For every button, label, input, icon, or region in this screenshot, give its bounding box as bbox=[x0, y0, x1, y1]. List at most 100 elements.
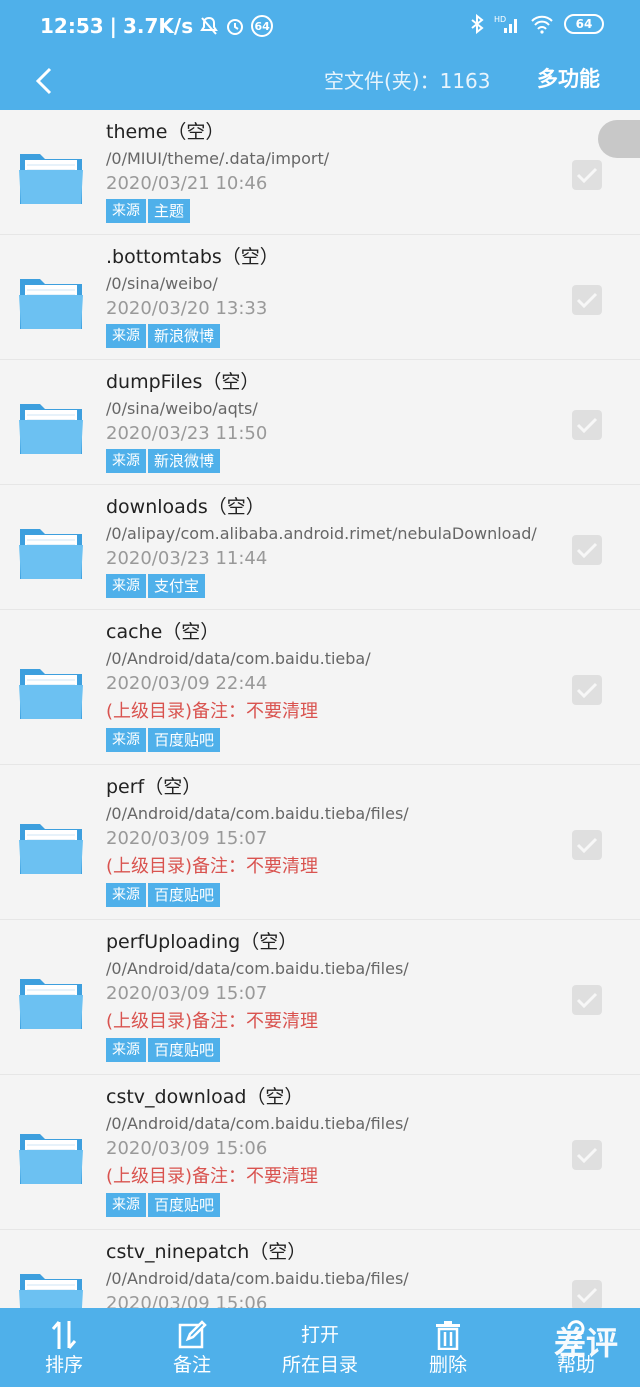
status-time: 12:53 bbox=[40, 14, 104, 38]
edit-note-icon bbox=[177, 1318, 207, 1352]
list-item[interactable]: cstv_ninepatch（空） /0/Android/data/com.bai… bbox=[0, 1230, 640, 1308]
select-checkbox[interactable] bbox=[572, 409, 602, 440]
fast-scroll-handle[interactable] bbox=[598, 120, 640, 158]
bottom-toolbar: 排序 备注 打开 所在目录 删除 帮助 bbox=[0, 1308, 640, 1387]
check-icon bbox=[576, 292, 598, 308]
folder-date: 2020/03/23 11:50 bbox=[106, 423, 268, 444]
list-item[interactable]: dumpFiles（空） /0/sina/weibo/aqts/2020/03/2… bbox=[0, 360, 640, 485]
folder-path: /0/Android/data/com.baidu.tieba/ bbox=[106, 649, 371, 668]
delete-label: 删除 bbox=[428, 1353, 467, 1376]
select-checkbox[interactable] bbox=[572, 284, 602, 315]
check-icon bbox=[576, 1287, 598, 1303]
open-label-top: 打开 bbox=[300, 1323, 339, 1346]
folder-name: perf（空） bbox=[106, 776, 202, 798]
folder-name: dumpFiles（空） bbox=[106, 371, 260, 393]
folder-date: 2020/03/09 15:06 bbox=[106, 1293, 268, 1308]
folder-date: 2020/03/21 10:46 bbox=[106, 173, 268, 194]
folder-name: downloads（空） bbox=[106, 496, 265, 518]
folder-note: (上级目录)备注：不要清理 bbox=[106, 1166, 319, 1187]
signal-icon: HD bbox=[494, 14, 520, 34]
source-tags: 来源 百度贴吧 bbox=[106, 1193, 570, 1217]
item-text: dumpFiles（空） /0/sina/weibo/aqts/2020/03/2… bbox=[106, 368, 570, 473]
folder-icon bbox=[18, 818, 84, 876]
trash-icon bbox=[434, 1318, 462, 1352]
folder-date: 2020/03/09 22:44 bbox=[106, 673, 268, 694]
sort-icon bbox=[51, 1318, 77, 1352]
wifi-icon bbox=[530, 14, 554, 34]
source-tags: 来源 百度贴吧 bbox=[106, 883, 570, 907]
folder-icon bbox=[18, 273, 84, 331]
item-text: cstv_ninepatch（空） /0/Android/data/com.bai… bbox=[106, 1238, 570, 1308]
source-app-tag: 百度贴吧 bbox=[148, 728, 221, 752]
folder-icon bbox=[18, 973, 84, 1031]
list-item[interactable]: downloads（空） /0/alipay/com.alibaba.androi… bbox=[0, 485, 640, 610]
source-label-tag: 来源 bbox=[106, 449, 146, 473]
source-app-tag: 主题 bbox=[148, 199, 191, 223]
open-directory-button[interactable]: 打开 所在目录 bbox=[256, 1308, 384, 1387]
source-label-tag: 来源 bbox=[106, 1038, 146, 1062]
item-text: perfUploading（空） /0/Android/data/com.baid… bbox=[106, 928, 570, 1062]
mute-bell-icon bbox=[199, 16, 219, 36]
check-icon bbox=[576, 992, 598, 1008]
folder-path: /0/alipay/com.alibaba.android.rimet/nebu… bbox=[106, 524, 537, 543]
source-app-tag: 百度贴吧 bbox=[148, 1193, 221, 1217]
help-button[interactable]: 帮助 bbox=[512, 1308, 640, 1387]
source-app-tag: 百度贴吧 bbox=[148, 883, 221, 907]
folder-note: (上级目录)备注：不要清理 bbox=[106, 1011, 319, 1032]
list-item[interactable]: theme（空） /0/MIUI/theme/.data/import/2020/… bbox=[0, 110, 640, 235]
folder-icon bbox=[18, 523, 84, 581]
list-item[interactable]: perfUploading（空） /0/Android/data/com.baid… bbox=[0, 920, 640, 1075]
check-icon bbox=[576, 1147, 598, 1163]
file-list[interactable]: theme（空） /0/MIUI/theme/.data/import/2020/… bbox=[0, 110, 640, 1308]
back-button[interactable] bbox=[26, 63, 62, 99]
multi-function-button[interactable]: 多功能 bbox=[537, 63, 600, 93]
item-text: .bottomtabs（空） /0/sina/weibo/2020/03/20 1… bbox=[106, 243, 570, 348]
folder-date: 2020/03/09 15:07 bbox=[106, 828, 268, 849]
select-checkbox[interactable] bbox=[572, 1139, 602, 1170]
item-text: cache（空） /0/Android/data/com.baidu.tieba/… bbox=[106, 618, 570, 752]
select-checkbox[interactable] bbox=[572, 674, 602, 705]
app-bar: 空文件(夹)：1163 多功能 bbox=[0, 55, 640, 110]
list-item[interactable]: perf（空） /0/Android/data/com.baidu.tieba/f… bbox=[0, 765, 640, 920]
folder-path: /0/Android/data/com.baidu.tieba/files/ bbox=[106, 1269, 409, 1288]
sort-button[interactable]: 排序 bbox=[0, 1308, 128, 1387]
folder-path: /0/sina/weibo/ bbox=[106, 274, 218, 293]
select-checkbox[interactable] bbox=[572, 534, 602, 565]
open-label-bottom: 所在目录 bbox=[281, 1353, 358, 1376]
list-item[interactable]: cstv_download（空） /0/Android/data/com.baid… bbox=[0, 1075, 640, 1230]
select-checkbox[interactable] bbox=[572, 1279, 602, 1308]
help-icon bbox=[563, 1318, 589, 1352]
folder-date: 2020/03/20 13:33 bbox=[106, 298, 268, 319]
chevron-left-icon bbox=[35, 67, 52, 95]
folder-path: /0/sina/weibo/aqts/ bbox=[106, 399, 258, 418]
list-item[interactable]: cache（空） /0/Android/data/com.baidu.tieba/… bbox=[0, 610, 640, 765]
status-bar: 12:53 | 3.7K/s 64 HD 64 bbox=[0, 0, 640, 55]
item-text: downloads（空） /0/alipay/com.alibaba.androi… bbox=[106, 493, 570, 598]
source-app-tag: 支付宝 bbox=[148, 574, 206, 598]
empty-count-label: 空文件(夹)：1163 bbox=[324, 69, 491, 93]
list-item[interactable]: .bottomtabs（空） /0/sina/weibo/2020/03/20 1… bbox=[0, 235, 640, 360]
source-tags: 来源 百度贴吧 bbox=[106, 728, 570, 752]
select-checkbox[interactable] bbox=[572, 829, 602, 860]
source-app-tag: 百度贴吧 bbox=[148, 1038, 221, 1062]
source-tags: 来源 主题 bbox=[106, 199, 570, 223]
item-text: perf（空） /0/Android/data/com.baidu.tieba/f… bbox=[106, 773, 570, 907]
source-tags: 来源 支付宝 bbox=[106, 574, 570, 598]
folder-path: /0/Android/data/com.baidu.tieba/files/ bbox=[106, 804, 409, 823]
bluetooth-icon bbox=[470, 14, 484, 34]
source-label-tag: 来源 bbox=[106, 883, 146, 907]
folder-note: (上级目录)备注：不要清理 bbox=[106, 701, 319, 722]
note-label: 备注 bbox=[172, 1353, 211, 1376]
folder-name: .bottomtabs（空） bbox=[106, 246, 279, 268]
note-button[interactable]: 备注 bbox=[128, 1308, 256, 1387]
check-icon bbox=[576, 542, 598, 558]
source-label-tag: 来源 bbox=[106, 728, 146, 752]
source-app-tag: 新浪微博 bbox=[148, 449, 221, 473]
folder-path: /0/Android/data/com.baidu.tieba/files/ bbox=[106, 1114, 409, 1133]
select-checkbox[interactable] bbox=[572, 984, 602, 1015]
select-checkbox[interactable] bbox=[572, 159, 602, 190]
folder-date: 2020/03/09 15:07 bbox=[106, 983, 268, 1004]
delete-button[interactable]: 删除 bbox=[384, 1308, 512, 1387]
header: 12:53 | 3.7K/s 64 HD 64 空文件(夹)：1163 多功能 bbox=[0, 0, 640, 110]
help-label: 帮助 bbox=[556, 1353, 595, 1376]
